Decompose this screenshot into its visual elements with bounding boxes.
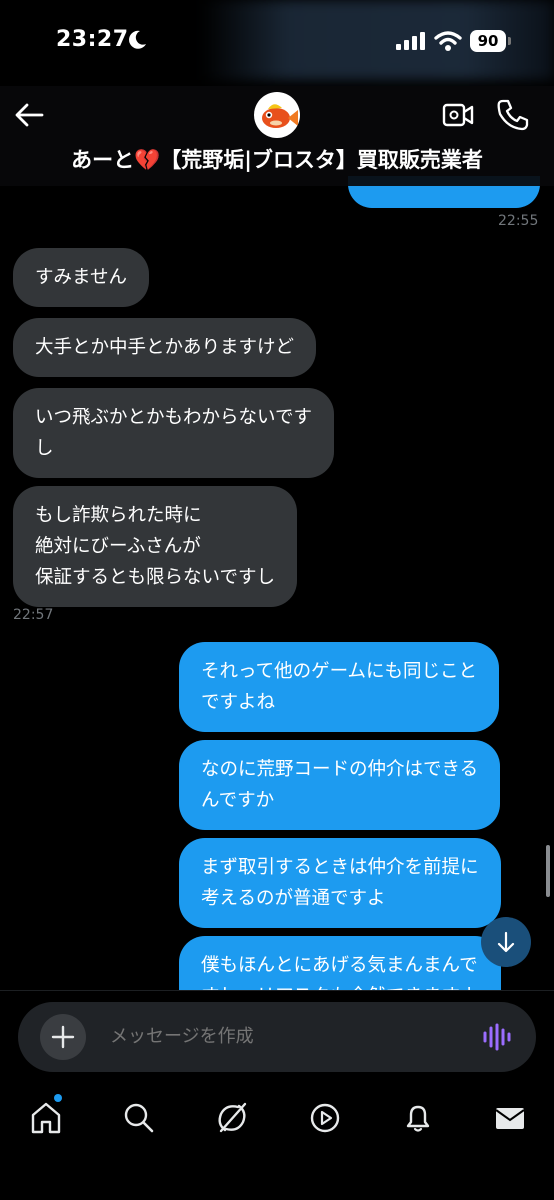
nav-home[interactable] [26, 1098, 66, 1138]
message-text: すみません [35, 267, 127, 288]
chat-title[interactable]: あーと💔【荒野垢|ブロスタ】買取販売業者 [0, 144, 554, 174]
battery-indicator: 90 [470, 30, 506, 52]
video-play-icon [310, 1103, 340, 1133]
arrow-left-icon [15, 103, 44, 127]
message-text-line: いつ飛ぶかとかもわからないです [35, 407, 312, 428]
back-button[interactable] [12, 100, 46, 130]
message-bubble-outgoing[interactable]: なのに荒野コードの仲介はできる んですか [179, 740, 501, 830]
message-bubble-incoming[interactable]: 大手とか中手とかありますけど [13, 318, 317, 377]
waveform-icon [483, 1023, 511, 1051]
phone-icon [497, 99, 529, 131]
envelope-icon [495, 1108, 525, 1129]
wifi-icon [434, 31, 462, 51]
chat-header: あーと💔【荒野垢|ブロスタ】買取販売業者 [0, 86, 554, 186]
status-bar: 23:27 90 [0, 0, 554, 86]
arrow-down-icon [497, 931, 515, 953]
grok-icon [218, 1102, 247, 1133]
timestamp: 22:57 [13, 607, 54, 623]
add-attachment-button[interactable] [40, 1014, 86, 1060]
search-icon [124, 1103, 154, 1133]
notification-dot [54, 1094, 62, 1102]
message-text-line: もし詐欺られた時に [35, 505, 202, 526]
message-text-line: んですか [201, 790, 275, 811]
voice-message-button[interactable] [482, 1022, 512, 1052]
message-text-line: 僕もほんとにあげる気まんまんで [201, 955, 478, 976]
video-call-button[interactable] [442, 100, 474, 130]
message-input[interactable] [110, 1002, 470, 1072]
message-bubble-outgoing[interactable]: まず取引するときは仲介を前提に 考えるのが普通ですよ [179, 838, 501, 928]
fish-avatar-icon [262, 104, 298, 128]
battery-tip [508, 37, 511, 45]
scrollbar[interactable] [546, 845, 550, 897]
bell-icon [406, 1105, 430, 1132]
message-text-line: それって他のゲームにも同じこと [201, 661, 478, 682]
voice-call-button[interactable] [496, 98, 530, 132]
avatar[interactable] [254, 92, 300, 138]
nav-video[interactable] [305, 1098, 345, 1138]
nav-notifications[interactable] [398, 1098, 438, 1138]
nav-grok[interactable] [212, 1098, 252, 1138]
message-composer [18, 1002, 536, 1072]
timestamp: 22:55 [498, 213, 539, 229]
message-text-line: 保証するとも限らないですし [35, 567, 275, 588]
nav-messages[interactable] [490, 1098, 530, 1138]
message-text-line: し [35, 438, 54, 459]
message-bubble-outgoing[interactable]: それって他のゲームにも同じこと ですよね [179, 642, 500, 732]
nav-search[interactable] [119, 1098, 159, 1138]
moon-icon [129, 30, 146, 49]
home-icon [31, 1102, 61, 1134]
message-text-line: 考えるのが普通ですよ [201, 888, 386, 909]
bottom-nav [0, 1084, 554, 1200]
scroll-to-bottom-button[interactable] [481, 917, 531, 967]
message-text-line: なのに荒野コードの仲介はできる [201, 759, 479, 780]
signal-icon [396, 32, 425, 50]
message-text: 大手とか中手とかありますけど [35, 337, 295, 358]
message-text-line: ですよね [201, 692, 276, 713]
message-bubble-incoming[interactable]: すみません [13, 248, 149, 307]
plus-icon [51, 1025, 75, 1049]
message-bubble-incoming[interactable]: もし詐欺られた時に 絶対にびーふさんが 保証するとも限らないですし [13, 486, 297, 607]
message-text-line: まず取引するときは仲介を前提に [201, 857, 479, 878]
video-camera-icon [442, 103, 474, 127]
message-text-line: 絶対にびーふさんが [35, 536, 201, 557]
message-bubble-incoming[interactable]: いつ飛ぶかとかもわからないです し [13, 388, 334, 478]
status-time: 23:27 [56, 27, 129, 52]
